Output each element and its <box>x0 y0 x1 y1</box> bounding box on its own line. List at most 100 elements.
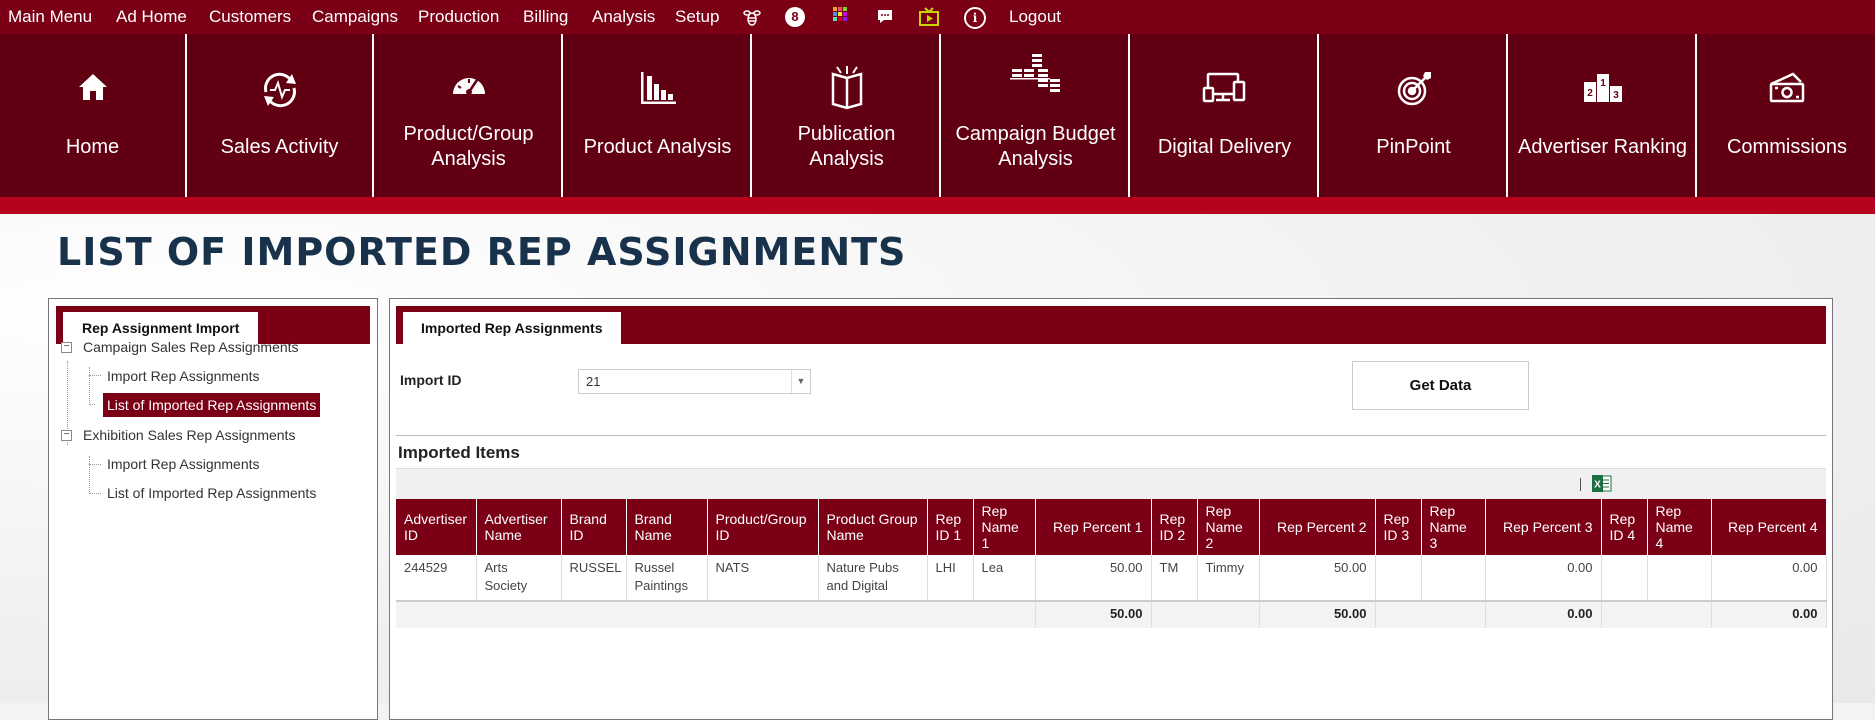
tile-campaign-budget-analysis[interactable]: Campaign Budget Analysis <box>943 34 1130 197</box>
import-id-value: 21 <box>586 374 601 389</box>
tile-digital-delivery[interactable]: Digital Delivery <box>1132 34 1319 197</box>
table-cell <box>1601 601 1712 628</box>
menu-campaigns[interactable]: Campaigns <box>312 0 398 34</box>
tree-node-list-of-imported-rep-assignments[interactable]: List of Imported Rep Assignments <box>107 481 316 505</box>
apps-grid-icon[interactable] <box>829 6 851 28</box>
menu-billing[interactable]: Billing <box>523 0 568 34</box>
tree-node-import-rep-assignments[interactable]: Import Rep Assignments <box>107 452 260 476</box>
table-cell: 0.00 <box>1485 555 1602 602</box>
menu-setup[interactable]: Setup <box>675 0 719 34</box>
dashboard-tiles: Home Sales Activity Product/Group Analys… <box>0 34 1875 197</box>
page-title: LIST OF IMPORTED REP ASSIGNMENTS <box>57 230 907 274</box>
column-header[interactable]: Advertiser ID <box>396 499 477 555</box>
bee-icon[interactable] <box>741 6 763 28</box>
tile-label: Digital Delivery <box>1157 135 1292 158</box>
tree-connector <box>89 404 95 405</box>
tab-imported-rep-assignments[interactable]: Imported Rep Assignments <box>403 312 621 344</box>
column-header[interactable]: Product Group Name <box>818 499 928 555</box>
notification-badge[interactable]: 8 <box>785 7 805 27</box>
get-data-button[interactable]: Get Data <box>1352 361 1529 410</box>
column-header[interactable]: Rep Name 4 <box>1647 499 1712 555</box>
tree-node-import-rep-assignments[interactable]: Import Rep Assignments <box>107 364 260 388</box>
column-header[interactable]: Brand ID <box>561 499 627 555</box>
column-header[interactable]: Rep Name 1 <box>973 499 1036 555</box>
table-cell: Lea <box>973 555 1036 602</box>
menu-logout[interactable]: Logout <box>1009 0 1061 34</box>
menu-customers[interactable]: Customers <box>209 0 291 34</box>
tile-publication-analysis[interactable]: Publication Analysis <box>754 34 941 197</box>
menu-main-menu[interactable]: Main Menu <box>8 0 92 34</box>
media-icon[interactable] <box>918 6 940 28</box>
tile-label: Campaign Budget Analysis <box>955 123 1116 170</box>
table-cell: Russel Paintings <box>626 555 708 602</box>
info-icon[interactable]: i <box>964 7 986 29</box>
bar-chart-icon <box>565 70 750 110</box>
import-id-label: Import ID <box>400 372 462 388</box>
tree-node-list-of-imported-rep-assignments[interactable]: List of Imported Rep Assignments <box>103 393 321 417</box>
table-cell: RUSSEL <box>561 555 627 602</box>
column-header[interactable]: Brand Name <box>626 499 708 555</box>
total-rep-percent-4: 0.00 <box>1711 601 1827 628</box>
table-cell <box>1375 601 1486 628</box>
svg-text:1: 1 <box>1600 78 1606 89</box>
table-row[interactable]: 244529 Arts Society RUSSEL Russel Painti… <box>396 555 1827 602</box>
table-cell <box>1375 555 1422 602</box>
column-header[interactable]: Rep ID 3 <box>1375 499 1422 555</box>
sales-activity-icon <box>187 70 372 110</box>
tile-label: Advertiser Ranking <box>1518 135 1687 158</box>
excel-export-icon[interactable]: X <box>1592 474 1612 493</box>
svg-text:X: X <box>1594 480 1601 491</box>
column-header[interactable]: Rep ID 4 <box>1601 499 1648 555</box>
svg-text:2: 2 <box>1587 88 1593 99</box>
tree-node-campaign-sales-rep-assignments[interactable]: Campaign Sales Rep Assignments <box>83 335 299 359</box>
column-header[interactable]: Product/Group ID <box>707 499 819 555</box>
tile-label: Publication Analysis <box>797 123 896 170</box>
column-header[interactable]: Rep Percent 3 <box>1485 499 1602 555</box>
import-id-select[interactable]: 21 ▼ <box>578 369 811 394</box>
grid-toolbar: X <box>396 468 1826 499</box>
collapse-icon[interactable]: − <box>61 430 72 441</box>
panel-header: Imported Rep Assignments <box>396 306 1826 344</box>
tile-label: Product Analysis <box>583 135 732 158</box>
rep-assignment-import-panel: Rep Assignment Import − Campaign Sales R… <box>48 298 378 720</box>
table-cell: 0.00 <box>1711 555 1827 602</box>
column-header[interactable]: Rep Name 2 <box>1197 499 1260 555</box>
column-header[interactable]: Advertiser Name <box>476 499 562 555</box>
tile-advertiser-ranking[interactable]: 2 1 3 Advertiser Ranking <box>1510 34 1697 197</box>
table-cell: 50.00 <box>1259 555 1376 602</box>
tile-label: PinPoint <box>1376 135 1451 158</box>
tile-label: Sales Activity <box>220 135 339 158</box>
collapse-icon[interactable]: − <box>61 342 72 353</box>
svg-text:3: 3 <box>1613 90 1619 101</box>
tile-sales-activity[interactable]: Sales Activity <box>187 34 374 197</box>
cash-icon <box>1699 70 1875 110</box>
column-header[interactable]: Rep Percent 4 <box>1711 499 1827 555</box>
column-header[interactable]: Rep Percent 2 <box>1259 499 1376 555</box>
tile-pinpoint[interactable]: PinPoint <box>1321 34 1508 197</box>
tile-product-analysis[interactable]: Product Analysis <box>565 34 752 197</box>
tree-node-exhibition-sales-rep-assignments[interactable]: Exhibition Sales Rep Assignments <box>83 423 295 447</box>
tile-home[interactable]: Home <box>0 34 187 197</box>
table-cell: TM <box>1151 555 1198 602</box>
column-header[interactable]: Rep Percent 1 <box>1035 499 1152 555</box>
menu-production[interactable]: Production <box>418 0 499 34</box>
tree-connector <box>89 375 101 376</box>
section-title: Imported Items <box>398 443 520 462</box>
column-header[interactable]: Rep Name 3 <box>1421 499 1486 555</box>
column-header[interactable]: Rep ID 2 <box>1151 499 1198 555</box>
chevron-down-icon[interactable]: ▼ <box>791 370 810 393</box>
table-cell: LHI <box>927 555 974 602</box>
tile-product-group-analysis[interactable]: Product/Group Analysis <box>376 34 563 197</box>
chat-icon[interactable] <box>874 6 896 28</box>
divider <box>396 435 1826 436</box>
table-cell <box>1151 601 1260 628</box>
menu-analysis[interactable]: Analysis <box>592 0 655 34</box>
column-header[interactable]: Rep ID 1 <box>927 499 974 555</box>
tree-connector <box>89 464 101 465</box>
table-cell <box>1421 555 1486 602</box>
table-header-row: Advertiser ID Advertiser Name Brand ID B… <box>396 499 1827 555</box>
coin-stacks-icon <box>943 52 1128 92</box>
tile-commissions[interactable]: Commissions <box>1699 34 1875 197</box>
devices-icon <box>1132 70 1317 110</box>
menu-ad-home[interactable]: Ad Home <box>116 0 187 34</box>
